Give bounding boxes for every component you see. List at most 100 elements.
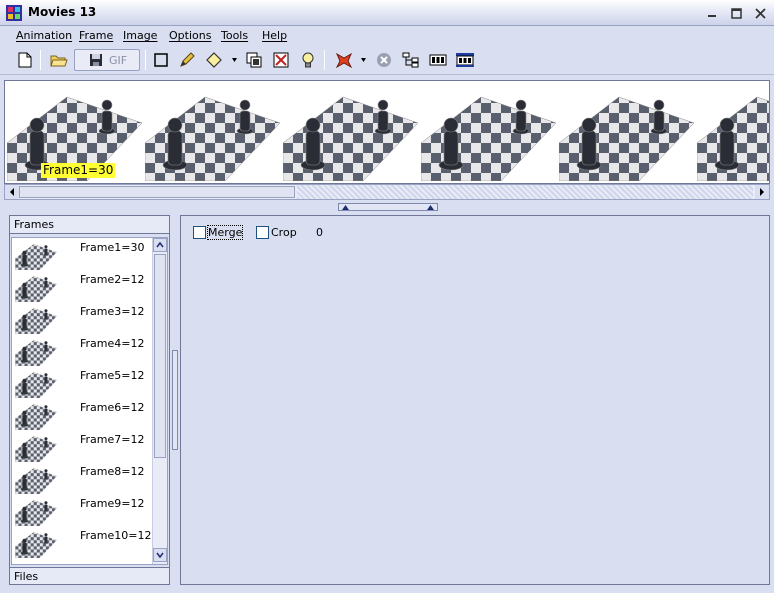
chevron-up-icon	[427, 204, 434, 210]
scrollbar-thumb[interactable]	[154, 254, 166, 458]
frame-label: Frame3=12	[80, 305, 145, 318]
film-frame[interactable]	[145, 83, 280, 181]
frame-label: Frame9=12	[80, 497, 145, 510]
save-gif-button[interactable]: GIF	[74, 49, 140, 71]
crop-label[interactable]: Crop	[271, 226, 297, 239]
gif-label: GIF	[109, 53, 128, 67]
stop-icon	[377, 53, 391, 67]
film-frame[interactable]	[421, 83, 556, 181]
chevron-down-icon[interactable]	[360, 56, 367, 64]
open-button[interactable]	[48, 49, 70, 71]
scroll-left-button[interactable]	[5, 185, 19, 199]
menu-frame[interactable]: Frame	[79, 29, 113, 42]
layers-button[interactable]	[243, 49, 265, 71]
film-strip: Frame1=30	[4, 80, 770, 184]
crop-checkbox[interactable]	[256, 226, 269, 239]
list-item[interactable]: Frame2=12	[12, 270, 152, 302]
frame-thumbnail	[15, 468, 57, 494]
frames-list: Frame1=30 Frame2=12 Frame3=12 Frame4=12 …	[11, 237, 168, 565]
list-item[interactable]: Frame7=12	[12, 430, 152, 462]
minimize-icon	[708, 15, 716, 17]
frame-thumbnail	[15, 500, 57, 526]
frame-thumbnail	[15, 436, 57, 462]
frame-thumbnail	[15, 276, 57, 302]
title-bar: Movies 13	[0, 0, 774, 26]
animation-effect-icon	[335, 52, 353, 68]
merge-label[interactable]: Merge	[206, 225, 244, 240]
close-button[interactable]	[750, 4, 770, 22]
files-panel-header[interactable]: Files	[10, 567, 169, 584]
merge-checkbox[interactable]	[193, 226, 206, 239]
frame-label: Frame10=12	[80, 529, 152, 542]
frame-label: Frame2=12	[80, 273, 145, 286]
frame-thumbnail	[15, 532, 57, 558]
list-item[interactable]: Frame1=30	[12, 238, 152, 270]
scroll-right-button[interactable]	[755, 185, 769, 199]
animation-effect-button[interactable]	[333, 49, 355, 71]
maximize-icon	[730, 7, 742, 19]
chevron-up-icon	[342, 204, 349, 210]
new-button[interactable]	[14, 49, 36, 71]
list-item[interactable]: Frame4=12	[12, 334, 152, 366]
list-item[interactable]: Frame10=12	[12, 526, 152, 558]
frame-strip-selected-button[interactable]	[454, 49, 476, 71]
frame-label: Frame7=12	[80, 433, 145, 446]
horizontal-splitter[interactable]	[338, 203, 438, 211]
minimize-button[interactable]	[702, 4, 722, 22]
save-gif-icon	[90, 54, 102, 66]
frames-panel-header: Frames	[10, 216, 169, 234]
tree-button[interactable]	[400, 49, 422, 71]
chevron-left-icon	[10, 188, 14, 196]
close-icon	[754, 7, 766, 19]
crop-value: 0	[316, 226, 323, 239]
list-item[interactable]: Frame9=12	[12, 494, 152, 526]
menu-image[interactable]: Image	[123, 29, 157, 42]
stop-button[interactable]	[373, 49, 395, 71]
frame-thumbnail	[15, 404, 57, 430]
diamond-icon	[206, 52, 222, 68]
menu-animation[interactable]: Animation	[16, 29, 72, 42]
frame-thumbnail	[15, 308, 57, 334]
film-frame[interactable]	[283, 83, 418, 181]
chevron-down-icon[interactable]	[231, 56, 238, 64]
delete-frame-button[interactable]	[270, 49, 292, 71]
list-item[interactable]: Frame8=12	[12, 462, 152, 494]
scrollbar-track[interactable]	[297, 185, 753, 199]
list-item[interactable]: Frame5=12	[12, 366, 152, 398]
film-frame[interactable]	[697, 83, 770, 181]
frame-strip-selected-icon	[456, 53, 474, 67]
diamond-button[interactable]	[203, 49, 225, 71]
frames-list-scrollbar[interactable]	[152, 238, 167, 564]
pencil-button[interactable]	[176, 49, 198, 71]
list-item[interactable]: Frame3=12	[12, 302, 152, 334]
frame-strip-button[interactable]	[427, 49, 449, 71]
lightbulb-button[interactable]	[297, 49, 319, 71]
frame-thumbnail	[15, 340, 57, 366]
vertical-splitter[interactable]	[172, 350, 178, 450]
menu-help[interactable]: Help	[262, 29, 287, 42]
lightbulb-icon	[302, 52, 314, 68]
rectangle-button[interactable]	[150, 49, 172, 71]
toolbar: GIF	[0, 45, 774, 75]
frame-label: Frame5=12	[80, 369, 145, 382]
tree-icon	[402, 52, 419, 68]
frame-label: Frame4=12	[80, 337, 145, 350]
frame-label: Frame1=30	[80, 241, 145, 254]
film-strip-scrollbar[interactable]	[4, 184, 770, 200]
delete-frame-icon	[273, 52, 289, 68]
chevron-right-icon	[760, 188, 764, 196]
current-frame-badge: Frame1=30	[41, 163, 116, 178]
scroll-up-button[interactable]	[153, 238, 167, 252]
window-title: Movies 13	[28, 5, 97, 19]
scroll-down-button[interactable]	[153, 548, 167, 562]
scrollbar-thumb[interactable]	[19, 186, 295, 198]
layers-icon	[246, 52, 262, 68]
menu-tools[interactable]: Tools	[221, 29, 248, 42]
list-item[interactable]: Frame6=12	[12, 398, 152, 430]
menu-options[interactable]: Options	[169, 29, 211, 42]
frames-panel: Frames Frame1=30 Frame2=12 Frame3=12 Fra…	[9, 215, 170, 585]
frame-thumbnail	[15, 244, 57, 270]
app-icon	[6, 5, 22, 21]
maximize-button[interactable]	[726, 4, 746, 22]
film-frame[interactable]	[559, 83, 694, 181]
